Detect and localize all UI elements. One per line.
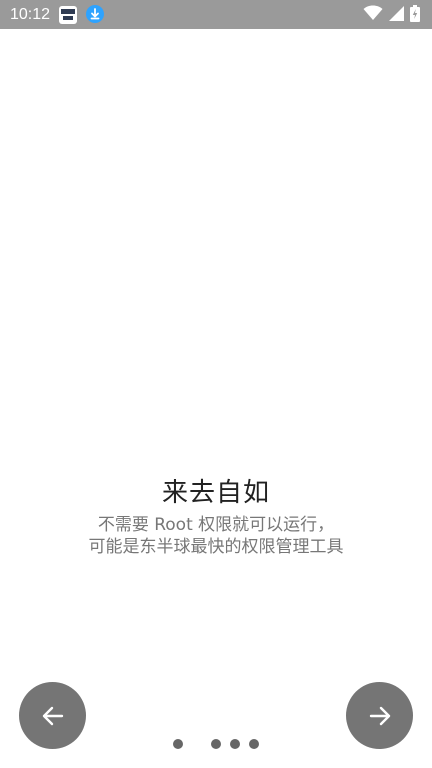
app-notification-icon [59,6,77,24]
arrow-right-icon [369,706,390,725]
download-icon [86,5,104,23]
app-notification-eyes [63,16,73,20]
page-dot[interactable] [249,739,259,749]
subtitle-line-2: 可能是东半球最快的权限管理工具 [88,537,344,557]
signal-icon [389,5,404,25]
battery-charging-icon [410,4,420,26]
system-status-icons [363,4,420,26]
page-dot[interactable] [211,739,221,749]
wifi-icon [363,5,383,25]
status-time: 10:12 [10,6,51,23]
onboarding-content: 来去自如 不需要 Root 权限就可以运行， 可能是东半球最快的权限管理工具 [0,476,432,558]
onboarding-screen: 10:12 来去自如 不需要 Root 权限就可以运行， 可能是东半球最快的权限… [0,0,432,768]
arrow-left-icon [42,706,63,725]
page-dot[interactable] [230,739,240,749]
page-dot-active[interactable] [192,739,202,749]
onboarding-subtitle: 不需要 Root 权限就可以运行， 可能是东半球最快的权限管理工具 [0,514,432,558]
page-indicator [0,739,432,749]
page-dot[interactable] [173,739,183,749]
onboarding-title: 来去自如 [161,478,270,508]
app-notification-bar [61,9,75,14]
status-bar: 10:12 [0,0,432,29]
subtitle-line-1: 不需要 Root 权限就可以运行， [97,515,335,535]
